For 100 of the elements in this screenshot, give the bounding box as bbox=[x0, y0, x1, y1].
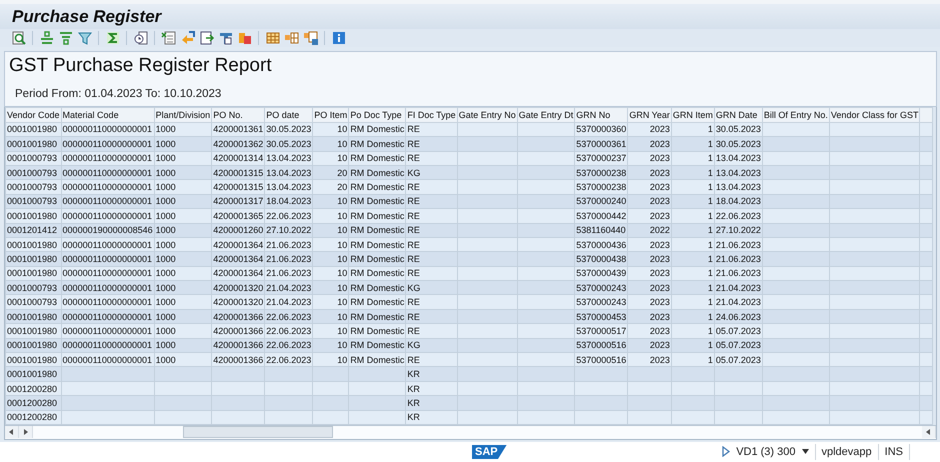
sort-down-icon[interactable] bbox=[58, 30, 74, 46]
table-cell: RM Domestic bbox=[348, 180, 406, 194]
table-cell: 5370000436 bbox=[574, 237, 628, 252]
table-cell: 2023 bbox=[628, 237, 672, 252]
table-cell: RM Domestic bbox=[348, 208, 406, 224]
table-cell: 2023 bbox=[628, 309, 672, 324]
column-header[interactable]: GRN Year bbox=[628, 108, 672, 122]
table-cell: 1 bbox=[671, 266, 714, 281]
table-cell: 10 bbox=[312, 294, 349, 310]
info-icon[interactable] bbox=[330, 30, 346, 46]
table-cell: 10 bbox=[312, 252, 349, 266]
column-header[interactable]: Vendor Code bbox=[6, 108, 62, 122]
table-cell: 20 bbox=[312, 180, 349, 194]
table-cell: 20 bbox=[312, 165, 349, 180]
table-cell: 4200001366 bbox=[212, 309, 265, 324]
table-cell: 22.06.2023 bbox=[264, 324, 313, 338]
column-header[interactable]: Material Code bbox=[61, 108, 154, 122]
caret-icon[interactable] bbox=[802, 449, 808, 454]
column-header[interactable]: Po Doc Type bbox=[348, 108, 406, 122]
table-cell: 05.07.2023 bbox=[714, 352, 762, 367]
column-header[interactable]: Plant/Division bbox=[154, 108, 212, 122]
column-header[interactable]: Gate Entry No bbox=[457, 108, 518, 122]
table-cell: 000000110000000001 bbox=[61, 122, 154, 137]
table-cell: 4200001361 bbox=[212, 122, 265, 137]
spreadsheet-export-icon[interactable] bbox=[160, 30, 176, 46]
table-cell: 0001200280 bbox=[6, 410, 62, 424]
column-header[interactable]: PO date bbox=[264, 108, 313, 122]
table-cell: 05.07.2023 bbox=[714, 338, 762, 353]
right-triangle-icon bbox=[23, 429, 28, 436]
table-cell: 30.05.2023 bbox=[264, 122, 313, 137]
scroll-left-button[interactable] bbox=[922, 426, 936, 438]
column-header[interactable]: Gate Entry Dt bbox=[517, 108, 575, 122]
arrows-icon[interactable] bbox=[180, 30, 196, 46]
triangle-icon[interactable] bbox=[722, 446, 730, 458]
table-cell: 000000110000000001 bbox=[61, 338, 154, 353]
scroll-right-button[interactable] bbox=[19, 426, 33, 438]
system-info[interactable]: VD1 (3) 300 bbox=[736, 446, 796, 458]
scrollbar-thumb[interactable] bbox=[183, 426, 333, 438]
layout-save-icon[interactable] bbox=[302, 30, 318, 46]
table-cell: 000000110000000001 bbox=[61, 180, 154, 194]
table-cell: 10 bbox=[312, 352, 349, 367]
column-header[interactable]: Bill Of Entry No. bbox=[762, 108, 830, 122]
table-cell: 5370000360 bbox=[574, 122, 628, 137]
clock-document-icon[interactable] bbox=[132, 30, 148, 46]
table-cell: 0001001980 bbox=[6, 136, 62, 152]
column-header[interactable]: FI Doc Type bbox=[406, 108, 458, 122]
table-cell: 000000110000000001 bbox=[61, 208, 154, 224]
table-cell: 4200001364 bbox=[212, 237, 265, 252]
table-cell: 5370000238 bbox=[574, 165, 628, 180]
table-cell: 4200001366 bbox=[212, 352, 265, 367]
table-cell: RM Domestic bbox=[348, 136, 406, 152]
column-header[interactable]: GRN Date bbox=[714, 108, 762, 122]
table-cell: RM Domestic bbox=[348, 280, 406, 295]
table-cell: 5370000438 bbox=[574, 252, 628, 266]
horizontal-scrollbar[interactable] bbox=[5, 424, 936, 439]
table-cell: 21.06.2023 bbox=[264, 237, 313, 252]
sap-logo: SAP bbox=[472, 444, 507, 459]
grid-icon[interactable] bbox=[264, 30, 280, 46]
magnifier-icon[interactable] bbox=[10, 30, 26, 46]
column-header[interactable]: GRN Item bbox=[671, 108, 714, 122]
table-cell: 2023 bbox=[628, 294, 672, 310]
sort-up-icon[interactable] bbox=[38, 30, 54, 46]
column-header[interactable]: GRN No bbox=[574, 108, 628, 122]
table-cell: 13.04.2023 bbox=[714, 151, 762, 166]
table-cell: 10 bbox=[312, 280, 349, 295]
document-arrow-icon[interactable] bbox=[198, 30, 214, 46]
table-cell: 21.04.2023 bbox=[264, 294, 313, 310]
table-cell: 000000110000000001 bbox=[61, 194, 154, 209]
table-cell: RE bbox=[406, 252, 458, 266]
table-cell: 000000110000000001 bbox=[61, 237, 154, 252]
table-cell: 1 bbox=[671, 338, 714, 353]
table-cell: 10 bbox=[312, 136, 349, 152]
table-cell: 21.04.2023 bbox=[714, 280, 762, 295]
table-cell: 1 bbox=[671, 324, 714, 338]
table-cell: 05.07.2023 bbox=[714, 324, 762, 338]
left-triangle-icon bbox=[926, 429, 931, 436]
table-cell: 10 bbox=[312, 309, 349, 324]
table-cell: 10 bbox=[312, 237, 349, 252]
sigma-icon[interactable] bbox=[104, 30, 120, 46]
table-cell: 1000 bbox=[154, 223, 212, 238]
column-header[interactable]: Vendor Class for GST bbox=[829, 108, 920, 122]
column-header[interactable]: PO No. bbox=[212, 108, 265, 122]
column-header[interactable]: PO Item bbox=[312, 108, 349, 122]
table-cell: 0001000793 bbox=[6, 151, 62, 166]
layout-icon[interactable] bbox=[284, 30, 300, 46]
table-cell: 5370000516 bbox=[574, 352, 628, 367]
table-cell: 2023 bbox=[628, 165, 672, 180]
table-cell: 0001001980 bbox=[6, 338, 62, 353]
table-cell: 24.06.2023 bbox=[714, 309, 762, 324]
table-cell: 2023 bbox=[628, 136, 672, 152]
table-cell: 2023 bbox=[628, 352, 672, 367]
table-cell: 0001001980 bbox=[6, 324, 62, 338]
table-cell: KR bbox=[406, 366, 458, 382]
table-cell: 5370000240 bbox=[574, 194, 628, 209]
scroll-left-button[interactable] bbox=[5, 426, 19, 438]
table-cell: 1 bbox=[671, 165, 714, 180]
table-cell: 27.10.2022 bbox=[714, 223, 762, 238]
table-cell: 1 bbox=[671, 280, 714, 295]
funnel-icon[interactable] bbox=[76, 30, 92, 46]
table-cell: 4200001320 bbox=[212, 294, 265, 310]
